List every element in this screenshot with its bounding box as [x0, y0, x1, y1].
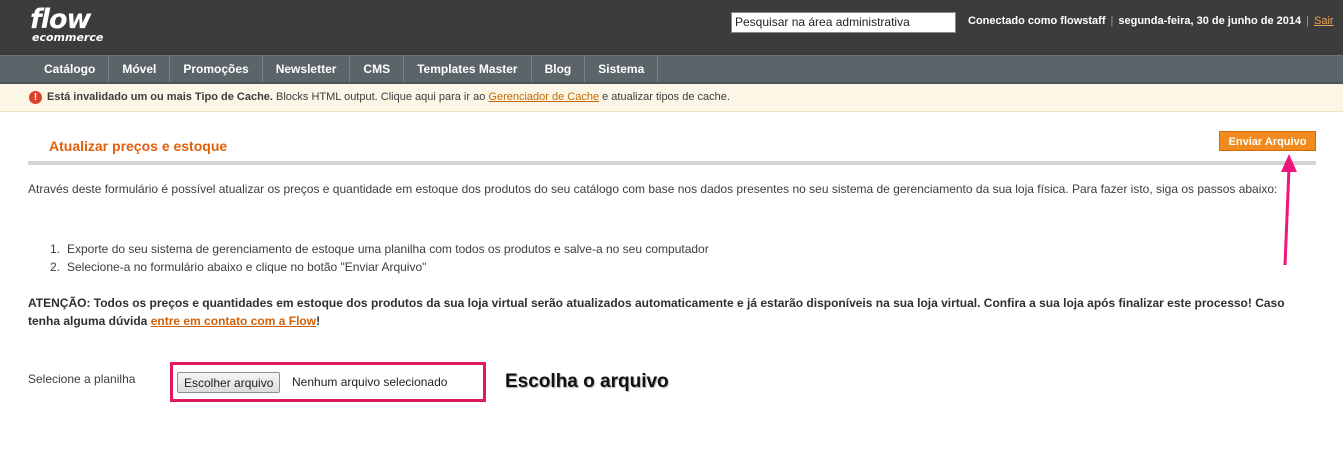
cache-warning-text: Blocks HTML output. Clique aqui para ir … [272, 91, 489, 103]
step-number: 2. [50, 260, 61, 274]
nav-item-movel[interactable]: Móvel [109, 56, 171, 82]
file-status-text: Nenhum arquivo selecionado [292, 375, 448, 389]
page-title: Atualizar preços e estoque [49, 138, 228, 154]
step-number: 1. [50, 242, 61, 256]
logged-in-user: Conectado como flowstaff [968, 15, 1106, 27]
choose-file-button[interactable]: Escolher arquivo [177, 372, 281, 393]
annotation-arrow-icon [1281, 154, 1297, 266]
main-nav: Catálogo Móvel Promoções Newsletter CMS … [0, 55, 1343, 84]
send-file-button[interactable]: Enviar Arquivo [1219, 131, 1316, 151]
logo-sub-text: ecommerce [32, 31, 104, 44]
page-header: Atualizar preços e estoque [28, 127, 1316, 165]
intro-text: Através deste formulário é possível atua… [28, 182, 1278, 196]
admin-header: flow ecommerce Pesquisar na área adminis… [0, 0, 1343, 55]
admin-search-input[interactable]: Pesquisar na área administrativa [731, 12, 956, 33]
nav-item-blog[interactable]: Blog [532, 56, 586, 82]
cache-manager-link[interactable]: Gerenciador de Cache [488, 91, 599, 103]
nav-item-promocoes[interactable]: Promoções [170, 56, 263, 82]
contact-flow-link[interactable]: entre em contato com a Flow [151, 314, 316, 328]
flow-logo[interactable]: flow ecommerce [30, 4, 104, 44]
logo-main-text: flow [30, 4, 92, 35]
user-info: Conectado como flowstaff | segunda-feira, … [968, 15, 1334, 27]
logout-link[interactable]: Sair [1314, 15, 1334, 27]
cache-warning-message: ! Está invalidado um ou mais Tipo de Cac… [0, 84, 1343, 112]
list-item: 1. Exporte do seu sistema de gerenciament… [50, 240, 709, 258]
nav-item-catalogo[interactable]: Catálogo [31, 56, 110, 82]
list-item: 2. Selecione-a no formulário abaixo e cli… [50, 258, 709, 276]
warning-end: ! [316, 314, 321, 328]
step-text: Exporte do seu sistema de gerenciamento … [67, 242, 709, 256]
warning-text: ATENÇÃO: Todos os preços e quantidades e… [28, 294, 1318, 330]
error-icon: ! [29, 91, 42, 104]
separator: | [1306, 15, 1310, 27]
step-text: Selecione-a no formulário abaixo e cliqu… [67, 260, 427, 274]
nav-item-cms[interactable]: CMS [350, 56, 405, 82]
file-field-label: Selecione a planilha [28, 372, 136, 386]
steps-list: 1. Exporte do seu sistema de gerenciament… [50, 240, 709, 276]
nav-item-templates-master[interactable]: Templates Master [404, 56, 532, 82]
nav-item-sistema[interactable]: Sistema [585, 56, 659, 82]
current-date: segunda-feira, 30 de junho de 2014 [1118, 15, 1302, 27]
nav-item-newsletter[interactable]: Newsletter [263, 56, 351, 82]
cache-warning-bold: Está invalidado um ou mais Tipo de Cache… [47, 91, 273, 103]
choose-file-annotation: Escolha o arquivo [505, 371, 669, 392]
cache-warning-text-end: e atualizar tipos de cache. [599, 91, 730, 103]
separator: | [1110, 15, 1114, 27]
